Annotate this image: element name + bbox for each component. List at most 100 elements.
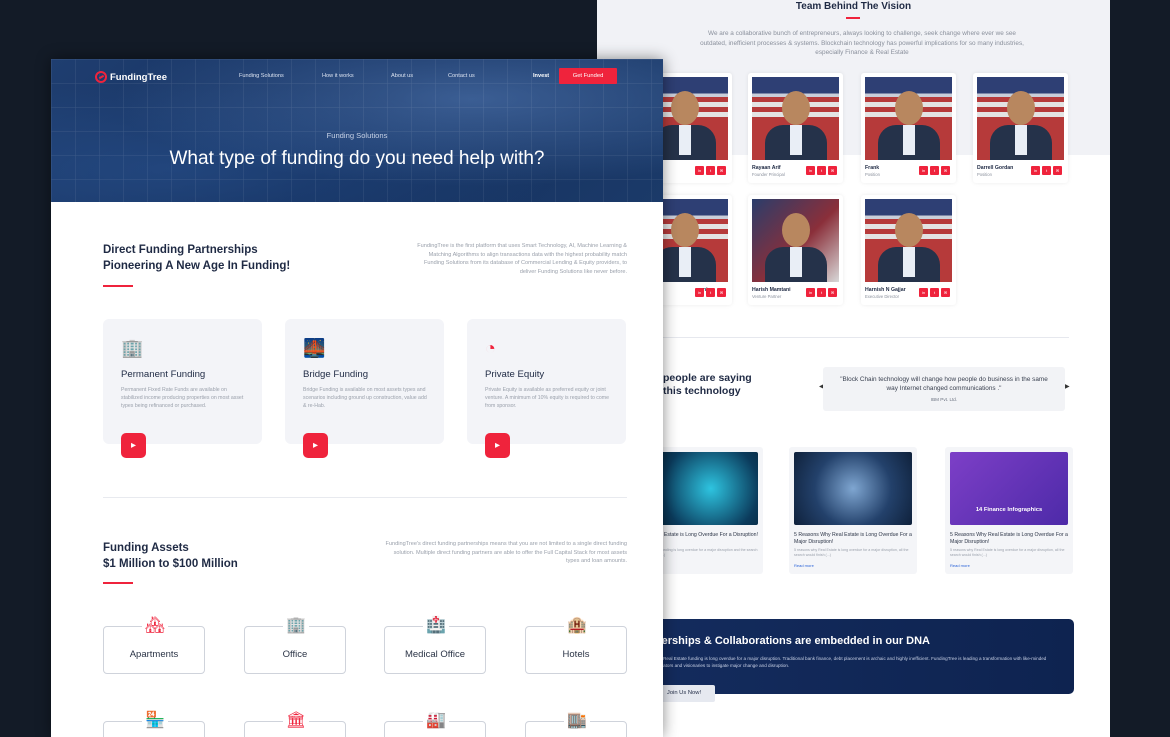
- banner-description: mercial Real Estate funding is long over…: [647, 656, 1047, 668]
- bank-icon: 🏛: [283, 710, 309, 732]
- hero-banner: FundingTree Funding Solutions How it wor…: [51, 59, 663, 202]
- card-action-icon[interactable]: ▸: [303, 433, 328, 458]
- nav-how-it-works[interactable]: How it works: [322, 73, 354, 79]
- member-name: Frank: [865, 165, 880, 171]
- linkedin-icon[interactable]: in: [695, 166, 704, 175]
- member-name: Rayaan Arif: [752, 165, 781, 171]
- asset-label: Medical Office: [404, 649, 465, 660]
- read-more-link[interactable]: Read more: [950, 563, 970, 568]
- blog-card[interactable]: 5 Reasons Why Real Estate is Long Overdu…: [789, 447, 917, 574]
- mixed-use-icon: 🏬: [564, 710, 590, 732]
- linkedin-icon[interactable]: in: [806, 166, 815, 175]
- building-icon: 🏢: [121, 338, 144, 358]
- blog-image: [794, 452, 912, 525]
- funding-assets-heading: Funding Assets $1 Million to $100 Million: [103, 542, 238, 570]
- heading-underline: [103, 285, 133, 287]
- private-equity-card[interactable]: ◔ Private Equity Private Equity is avail…: [467, 319, 626, 458]
- email-icon[interactable]: ✉: [717, 166, 726, 175]
- linkedin-icon[interactable]: in: [695, 288, 704, 297]
- asset-label: Office: [282, 649, 308, 660]
- apartments-icon: 🏘: [142, 615, 168, 637]
- email-icon[interactable]: ✉: [941, 166, 950, 175]
- email-icon[interactable]: ✉: [941, 288, 950, 297]
- partnership-banner: rtnerships & Collaborations are embedded…: [629, 619, 1074, 702]
- next-arrow-icon[interactable]: ▶: [1065, 383, 1070, 390]
- email-icon[interactable]: ✉: [828, 288, 837, 297]
- card-description: Permanent Fixed Rate Funds are available…: [121, 387, 244, 409]
- divider: [649, 337, 1069, 338]
- testimonial-author: IBM Pvt. Ltd.: [930, 397, 958, 402]
- team-member-card[interactable]: Rayaan Arif Founder Principal in t ✉: [748, 73, 843, 183]
- email-icon[interactable]: ✉: [828, 166, 837, 175]
- member-photo: [752, 77, 839, 160]
- linkedin-icon[interactable]: in: [919, 288, 928, 297]
- email-icon[interactable]: ✉: [1053, 166, 1062, 175]
- twitter-icon[interactable]: t: [817, 288, 826, 297]
- industrial-icon: 🏭: [423, 710, 449, 732]
- twitter-icon[interactable]: t: [706, 166, 715, 175]
- member-role: Executive Director: [865, 294, 899, 299]
- divider: [103, 497, 627, 498]
- twitter-icon[interactable]: t: [1042, 166, 1051, 175]
- logo-icon: [95, 71, 107, 83]
- card-action-icon[interactable]: ▸: [121, 433, 146, 458]
- hero-subtitle: Funding Solutions: [326, 131, 388, 140]
- asset-card[interactable]: 🏛: [244, 710, 346, 737]
- blog-title[interactable]: 5 Reasons Why Real Estate is Long Overdu…: [950, 532, 1070, 546]
- read-more-link[interactable]: Read more: [794, 563, 814, 568]
- asset-card[interactable]: 🏬: [525, 710, 627, 737]
- asset-medical-office[interactable]: 🏥 Medical Office: [384, 615, 486, 674]
- nav-contact-us[interactable]: Contact us: [448, 73, 475, 79]
- team-member-card[interactable]: Harnish N Gajjar Executive Director in t ✉: [861, 195, 956, 305]
- nav-funding-solutions[interactable]: Funding Solutions: [239, 73, 284, 79]
- title-underline: [846, 17, 860, 19]
- asset-apartments[interactable]: 🏘 Apartments: [103, 615, 205, 674]
- card-title: Private Equity: [485, 369, 545, 380]
- card-action-icon[interactable]: ▸: [485, 433, 510, 458]
- get-funded-button[interactable]: Get Funded: [559, 68, 617, 84]
- linkedin-icon[interactable]: in: [919, 166, 928, 175]
- twitter-icon[interactable]: t: [930, 288, 939, 297]
- nav-invest[interactable]: Invest: [533, 73, 549, 79]
- direct-funding-description: FundingTree is the first platform that u…: [417, 243, 627, 275]
- asset-card[interactable]: 🏪: [103, 710, 205, 737]
- team-member-card[interactable]: Frank Position in t ✉: [861, 73, 956, 183]
- member-role: Position: [977, 172, 992, 177]
- hero-title: What type of funding do you need help wi…: [169, 148, 545, 169]
- member-role: Venture Partner: [752, 294, 782, 299]
- asset-label: Apartments: [129, 649, 179, 660]
- twitter-icon[interactable]: t: [817, 166, 826, 175]
- card-title: Bridge Funding: [303, 369, 369, 380]
- blog-card[interactable]: 14 Finance Infographics 5 Reasons Why Re…: [945, 447, 1073, 574]
- twitter-icon[interactable]: t: [706, 288, 715, 297]
- bridge-funding-card[interactable]: 🌉 Bridge Funding Bridge Funding is avail…: [285, 319, 444, 458]
- hotels-icon: 🏨: [564, 615, 590, 637]
- permanent-funding-card[interactable]: 🏢 Permanent Funding Permanent Fixed Rate…: [103, 319, 262, 458]
- testimonial-card: "Block Chain technology will change how …: [823, 367, 1065, 411]
- linkedin-icon[interactable]: in: [1031, 166, 1040, 175]
- heading-underline: [103, 582, 133, 584]
- direct-funding-heading: Direct Funding Partnerships Pioneering A …: [103, 244, 291, 272]
- banner-title: rtnerships & Collaborations are embedded…: [647, 635, 930, 647]
- asset-hotels[interactable]: 🏨 Hotels: [525, 615, 627, 674]
- retail-icon: 🏪: [142, 710, 168, 732]
- blog-image-caption: 14 Finance Infographics: [975, 507, 1043, 513]
- member-photo: [865, 77, 952, 160]
- twitter-icon[interactable]: t: [930, 166, 939, 175]
- team-member-card[interactable]: Darrell Gordan Position in t ✉: [973, 73, 1068, 183]
- team-description: We are a collaborative bunch of entrepre…: [700, 30, 1024, 56]
- asset-card[interactable]: 🏭: [384, 710, 486, 737]
- blog-title[interactable]: 5 Reasons Why Real Estate is Long Overdu…: [794, 532, 914, 546]
- team-member-card[interactable]: Harish Mamtani Venture Partner in t ✉: [748, 195, 843, 305]
- medical-office-icon: 🏥: [423, 615, 449, 637]
- nav-about-us[interactable]: About us: [391, 73, 413, 79]
- card-description: Private Equity is available as preferred…: [485, 387, 609, 409]
- team-title: Team Behind The Vision: [795, 1, 912, 12]
- linkedin-icon[interactable]: in: [806, 288, 815, 297]
- member-photo: [752, 199, 839, 282]
- logo[interactable]: FundingTree: [95, 71, 167, 83]
- email-icon[interactable]: ✉: [717, 288, 726, 297]
- asset-office[interactable]: 🏢 Office: [244, 615, 346, 674]
- member-name: Harnish N Gajjar: [865, 287, 906, 293]
- testimonial-title: people are saying this technology: [663, 372, 752, 397]
